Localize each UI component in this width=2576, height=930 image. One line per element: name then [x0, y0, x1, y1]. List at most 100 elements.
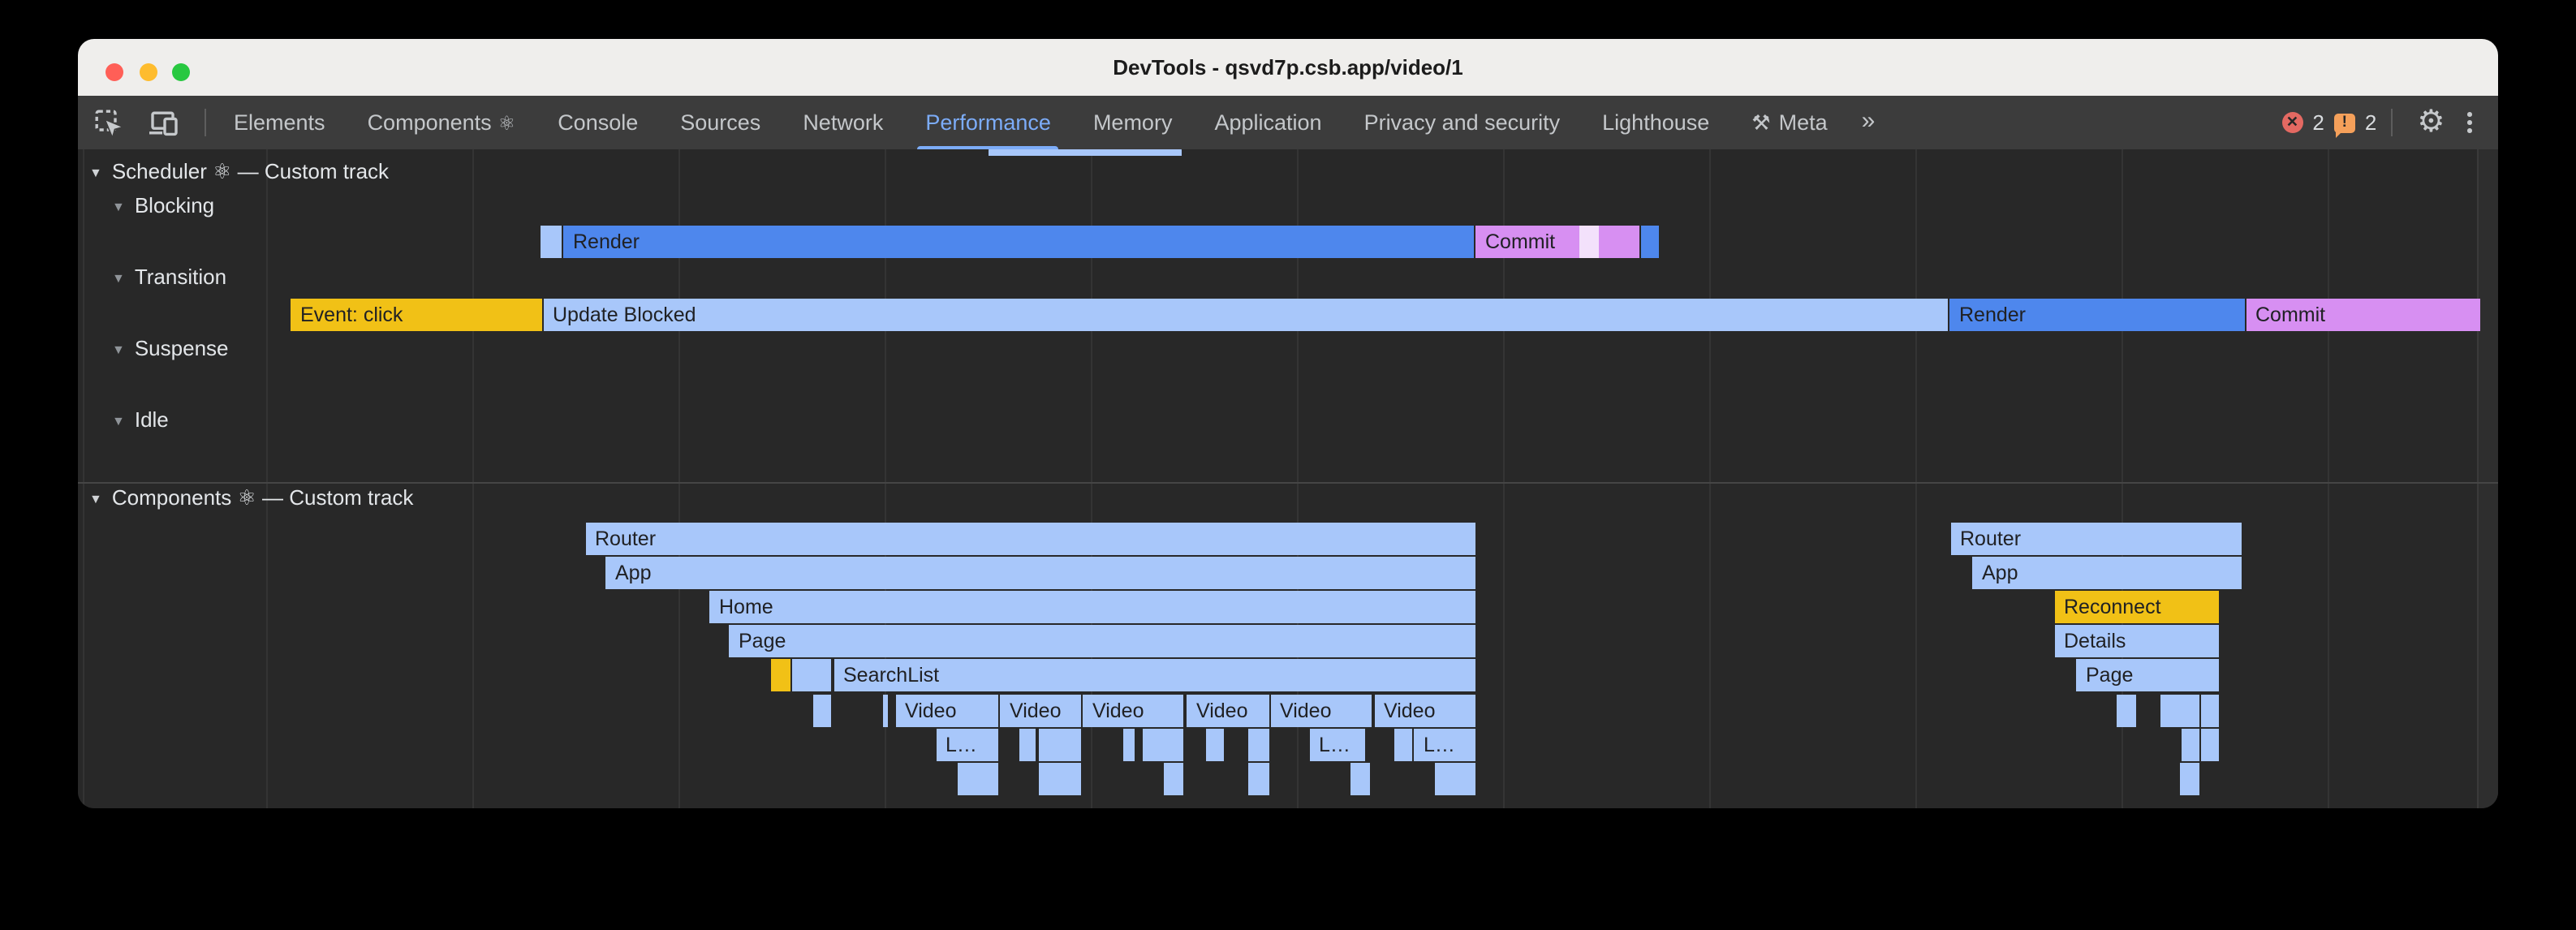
flame-bar-video[interactable]: Video [1187, 694, 1269, 726]
tab-label: Components [368, 110, 492, 135]
flame-bar-app[interactable]: App [1972, 556, 2242, 588]
tab-network[interactable]: Network [782, 96, 904, 149]
flame-bar-page[interactable]: Page [2076, 660, 2219, 692]
flame-bar[interactable] [1163, 763, 1183, 795]
flame-bar-video[interactable]: Video [1000, 694, 1081, 726]
flame-bar-render[interactable]: Render [1949, 299, 2244, 331]
console-errors-icon[interactable]: ✕ [2281, 112, 2302, 133]
error-count: 2 [2312, 110, 2324, 135]
window-titlebar: DevTools - qsvd7p.csb.app/video/1 [78, 39, 2498, 96]
tab-application[interactable]: Application [1193, 96, 1342, 149]
performance-flamechart: ▼Scheduler ⚛ — Custom track ▼Blocking ▼Tra… [78, 149, 2498, 808]
flame-bar-update-blocked[interactable]: Update Blocked [543, 299, 1948, 331]
devtools-stage: DevTools - qsvd7p.csb.app/video/1 Elemen… [0, 0, 2576, 930]
track-header-components[interactable]: ▼Components ⚛ — Custom track [89, 485, 413, 511]
collapse-triangle-icon[interactable]: ▼ [89, 166, 102, 180]
lane-label-idle[interactable]: ▼ Idle [112, 407, 169, 432]
flame-bar-page[interactable]: Page [729, 625, 1475, 657]
flame-bar[interactable] [540, 226, 562, 258]
flame-bar[interactable] [1579, 226, 1598, 258]
flame-bar[interactable] [1434, 763, 1475, 795]
tab-label: Performance [925, 110, 1051, 135]
issues-icon[interactable]: ! [2334, 113, 2355, 132]
flame-bar-home[interactable]: Home [709, 591, 1475, 623]
flame-bar-event-click[interactable]: Event: click [291, 299, 541, 331]
collapse-triangle-icon[interactable]: ▼ [89, 492, 102, 506]
lane-label-suspense[interactable]: ▼Suspense [112, 335, 229, 360]
flame-bar-video[interactable]: Video [1374, 694, 1475, 726]
flame-bar-video[interactable]: Video [895, 694, 997, 726]
more-tabs-icon[interactable]: » [1849, 96, 1885, 149]
react-atom-icon: ⚛ [498, 112, 516, 135]
timeline-gridline [266, 149, 268, 808]
flame-bar[interactable] [1247, 763, 1269, 795]
tab-label: Application [1214, 110, 1321, 135]
flame-bar-app[interactable]: App [605, 556, 1475, 588]
flame-bar[interactable] [1640, 226, 1658, 258]
flame-bar[interactable] [882, 694, 888, 726]
flame-bar[interactable] [1019, 728, 1036, 760]
tab-privacy-and-security[interactable]: Privacy and security [1343, 96, 1582, 149]
flame-bar[interactable] [2180, 763, 2199, 795]
tab-lighthouse[interactable]: Lighthouse [1581, 96, 1730, 149]
lane-label-blocking[interactable]: ▼Blocking [112, 192, 214, 217]
settings-gear-icon[interactable]: ⚙ [2417, 106, 2445, 139]
collapse-triangle-icon[interactable]: ▼ [112, 342, 125, 356]
tab-console[interactable]: Console [536, 96, 659, 149]
flame-bar[interactable] [1206, 728, 1224, 760]
flame-bar[interactable] [1123, 728, 1135, 760]
track-label-text: Idle [135, 407, 169, 432]
flame-bar[interactable] [2200, 694, 2219, 726]
flame-bar-searchlist[interactable]: SearchList [834, 660, 1475, 692]
collapse-triangle-icon[interactable]: ▼ [112, 270, 125, 285]
more-options-icon[interactable] [2461, 112, 2479, 134]
flame-bar[interactable] [1039, 763, 1080, 795]
flame-bar-router[interactable]: Router [1950, 522, 2242, 554]
track-separator [78, 482, 2498, 484]
flame-bar[interactable] [1599, 226, 1639, 258]
flame-bar[interactable] [1039, 728, 1081, 760]
lane-label-transition[interactable]: ▼Transition [112, 264, 226, 288]
flame-bar-render[interactable]: Render [563, 226, 1473, 258]
flame-bar[interactable] [2160, 694, 2199, 726]
flame-bar[interactable] [792, 660, 830, 692]
tab-label: Lighthouse [1602, 110, 1709, 135]
device-toolbar-icon[interactable] [148, 107, 180, 140]
tab-sources[interactable]: Sources [659, 96, 782, 149]
flame-bar-l[interactable]: L… [936, 728, 997, 760]
timeline-scroll-handle[interactable] [988, 149, 1181, 156]
flame-bar[interactable] [1350, 763, 1370, 795]
tab-elements[interactable]: Elements [213, 96, 347, 149]
tab-components[interactable]: Components ⚛ [347, 96, 537, 149]
flame-bar[interactable] [2117, 694, 2136, 726]
flame-bar[interactable] [957, 763, 997, 795]
devtools-toolbar: Elements Components ⚛ Console Sources Network… [78, 96, 2498, 151]
flame-bar-router[interactable]: Router [585, 522, 1475, 554]
tab-label: Meta [1779, 110, 1828, 135]
track-header-scheduler[interactable]: ▼Scheduler ⚛ — Custom track [89, 159, 389, 185]
issue-count: 2 [2365, 110, 2376, 135]
flame-bar-video[interactable]: Video [1270, 694, 1372, 726]
collapse-triangle-icon[interactable]: ▼ [112, 414, 125, 428]
flame-bar[interactable] [1247, 728, 1269, 760]
tab-meta[interactable]: ⚒Meta [1730, 96, 1848, 149]
flame-bar[interactable] [2200, 728, 2219, 760]
flame-bar-video[interactable]: Video [1083, 694, 1183, 726]
flame-bar[interactable] [1143, 728, 1183, 760]
tab-performance[interactable]: Performance [904, 96, 1072, 149]
flame-bar-l[interactable]: L… [1309, 728, 1364, 760]
flame-bar[interactable] [770, 660, 790, 692]
flame-bar-commit[interactable]: Commit [2246, 299, 2479, 331]
vertical-scrollbar-track[interactable] [2476, 149, 2498, 808]
flame-bar-details[interactable]: Details [2054, 625, 2219, 657]
flame-bar-l[interactable]: L… [1414, 728, 1475, 760]
tab-label: Sources [680, 110, 760, 135]
flame-bar[interactable] [2182, 728, 2199, 760]
flame-bar[interactable] [1394, 728, 1412, 760]
flame-bar-commit[interactable]: Commit [1475, 226, 1579, 258]
flame-bar-reconnect[interactable]: Reconnect [2054, 591, 2219, 623]
collapse-triangle-icon[interactable]: ▼ [112, 199, 125, 213]
tab-memory[interactable]: Memory [1072, 96, 1194, 149]
flame-bar[interactable] [813, 694, 830, 726]
inspect-element-icon[interactable] [93, 107, 125, 140]
